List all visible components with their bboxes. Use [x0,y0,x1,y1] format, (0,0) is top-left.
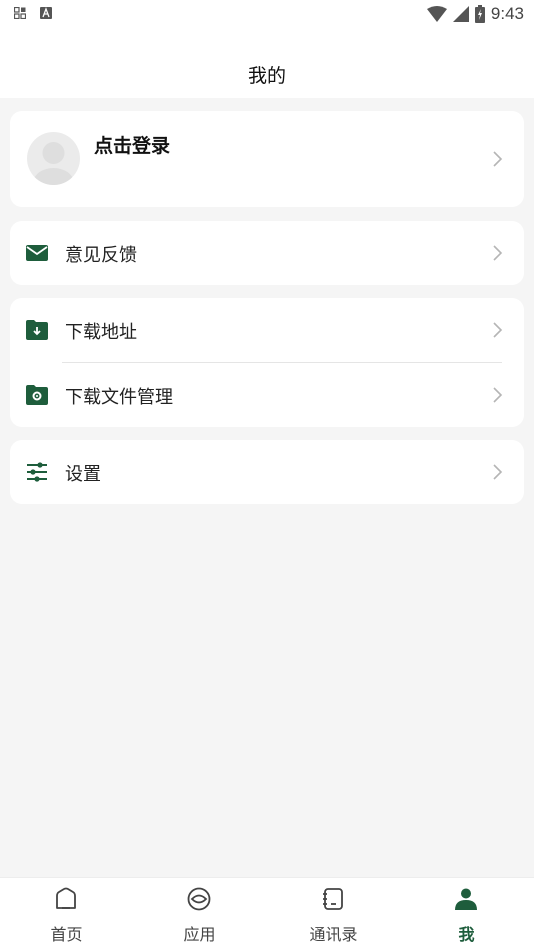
tab-me-label: 我 [458,925,475,944]
download-manager-item[interactable]: 下载文件管理 [10,363,524,427]
login-card[interactable]: 点击登录 [10,111,524,207]
feedback-label: 意见反馈 [65,245,137,266]
tab-contacts[interactable]: 通讯录 [267,878,400,951]
avatar-placeholder-icon [33,142,74,185]
settings-card: 设置 [10,440,524,504]
page-title: 我的 [247,65,286,87]
battery-charging-icon [474,5,485,23]
settings-item[interactable]: 设置 [10,440,524,504]
tab-home-label: 首页 [50,925,83,944]
tab-apps[interactable]: 应用 [133,878,266,951]
folder-download-icon [26,320,48,340]
tab-apps-label: 应用 [183,925,216,944]
chevron-right-icon [493,245,503,261]
avatar [27,132,80,185]
tab-me[interactable]: 我 [400,878,533,951]
wifi-icon [426,6,447,22]
contacts-book-icon [323,888,343,910]
status-time: 9:43 [490,4,524,23]
chevron-right-icon [493,151,503,167]
notification-app-icon [14,7,26,19]
page-header: 我的 [0,30,534,98]
download-address-label: 下载地址 [65,322,137,343]
feedback-card: 意见反馈 [10,221,524,285]
chevron-right-icon [493,464,503,480]
tab-home[interactable]: 首页 [0,878,133,951]
chevron-right-icon [493,322,503,338]
person-icon [455,888,477,910]
settings-label: 设置 [65,464,101,485]
tab-contacts-label: 通讯录 [309,925,358,944]
mail-icon [26,245,48,261]
chevron-right-icon [493,387,503,403]
download-address-item[interactable]: 下载地址 [10,298,524,362]
home-icon [56,887,76,909]
folder-gear-icon [26,385,48,405]
app-eye-icon [187,887,211,911]
signal-icon [452,6,469,22]
feedback-item[interactable]: 意见反馈 [10,221,524,285]
bottom-tab-bar: 首页 应用 通讯录 我 [0,877,534,951]
download-card: 下载地址 下载文件管理 [10,298,524,427]
status-bar: 9:43 [0,0,534,30]
text-a-icon [40,7,52,19]
login-label: 点击登录 [94,135,171,157]
sliders-icon [27,462,47,482]
download-manager-label: 下载文件管理 [65,387,173,408]
